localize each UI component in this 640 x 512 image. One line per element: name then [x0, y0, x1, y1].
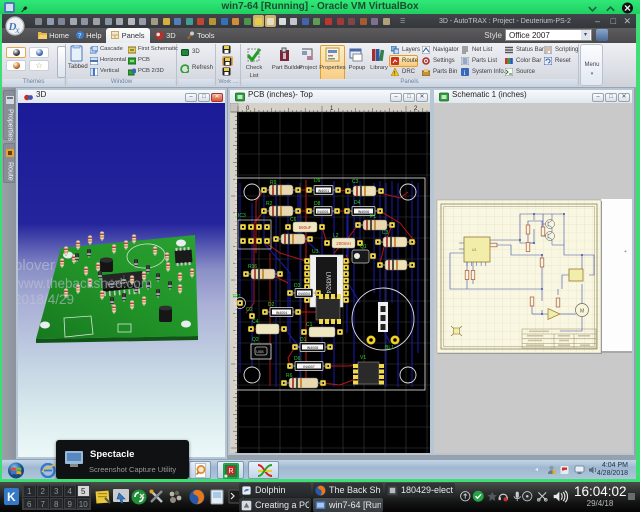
- svg-text:C3: C3: [352, 179, 359, 185]
- svg-text:x: x: [15, 25, 20, 35]
- svg-text:P1: P1: [370, 214, 376, 220]
- svg-text:C1: C1: [306, 322, 313, 328]
- svg-text:200mH: 200mH: [336, 241, 351, 246]
- svg-text:R6: R6: [286, 373, 293, 379]
- svg-text:C3: C3: [382, 230, 389, 236]
- svg-text:www.thebackshed.com: www.thebackshed.com: [18, 276, 152, 291]
- svg-text:D9: D9: [314, 178, 321, 184]
- svg-text:D8: D8: [314, 201, 321, 207]
- svg-text:IC3: IC3: [238, 213, 246, 219]
- svg-text:K: K: [7, 490, 16, 504]
- svg-text:IN4008: IN4008: [307, 346, 319, 350]
- svg-text:R9: R9: [270, 180, 277, 186]
- svg-text:560uF: 560uF: [299, 225, 312, 230]
- svg-text:L2: L2: [333, 233, 339, 239]
- svg-text:IN4004: IN4004: [298, 292, 310, 296]
- svg-text:R16: R16: [248, 264, 257, 270]
- svg-text:plover: plover: [18, 257, 55, 274]
- svg-text:IN4004: IN4004: [276, 311, 288, 315]
- svg-text:LM3524: LM3524: [325, 272, 331, 294]
- svg-text:O2: O2: [246, 307, 253, 313]
- svg-text:TP1: TP1: [232, 294, 241, 300]
- svg-text:D6: D6: [294, 356, 301, 362]
- svg-text:C6: C6: [290, 217, 297, 223]
- svg-text:Q1: Q1: [360, 244, 367, 250]
- svg-text:USB: USB: [256, 350, 264, 354]
- svg-text:IN4001: IN4001: [317, 210, 329, 214]
- svg-text:R: R: [229, 468, 234, 475]
- svg-text:BL1: BL1: [385, 345, 394, 351]
- svg-text:D4: D4: [354, 200, 361, 206]
- svg-text:D3: D3: [294, 283, 301, 289]
- svg-text:C4: C4: [252, 319, 259, 325]
- svg-text:M: M: [580, 309, 584, 315]
- svg-text:IN4007: IN4007: [303, 365, 315, 369]
- svg-text:2018/4/29: 2018/4/29: [18, 292, 74, 307]
- svg-text:i: i: [464, 69, 466, 76]
- svg-text:IN4001: IN4001: [318, 189, 330, 193]
- svg-text:IN4006: IN4006: [358, 210, 370, 214]
- svg-text:D1: D1: [300, 337, 307, 343]
- svg-text:Q2: Q2: [252, 337, 259, 343]
- svg-text:+: +: [624, 249, 627, 255]
- svg-text:D2: D2: [268, 302, 275, 308]
- svg-text:R2: R2: [266, 201, 273, 207]
- svg-text:U1: U1: [472, 248, 477, 252]
- svg-text:U3: U3: [312, 249, 319, 255]
- svg-text:V1: V1: [360, 355, 366, 361]
